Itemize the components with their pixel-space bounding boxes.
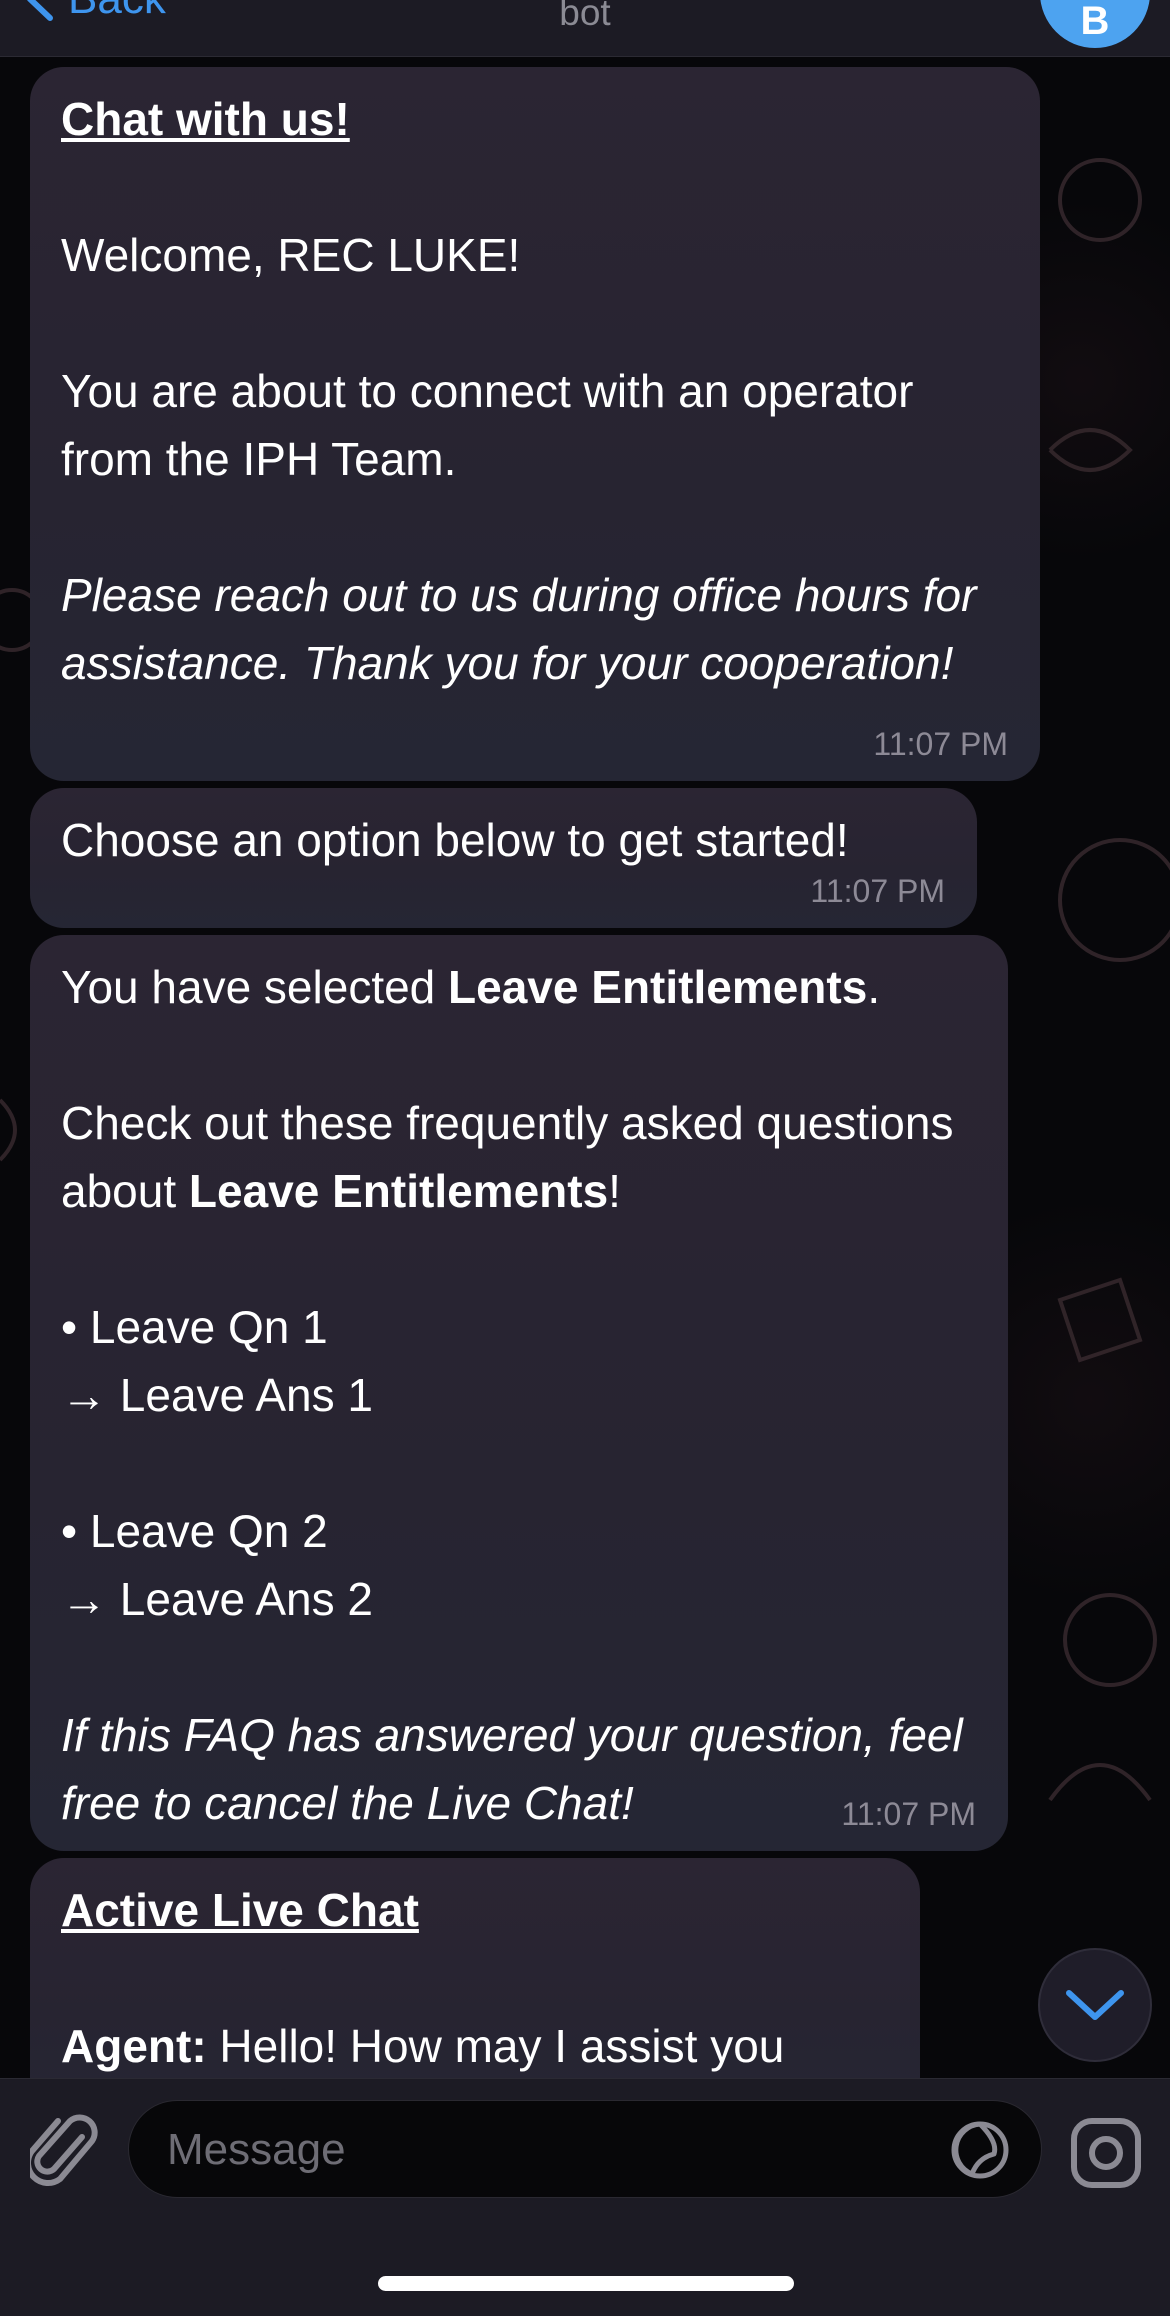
topic-name: Leave Entitlements (448, 961, 868, 1013)
message-input[interactable] (165, 2101, 949, 2199)
agent-label: Agent: (61, 2020, 207, 2072)
faq-question: • Leave Qn 1 (61, 1301, 328, 1353)
sticker-icon[interactable] (949, 2119, 1011, 2181)
message-time: 11:07 PM (873, 726, 1008, 762)
chevron-down-icon (1066, 1990, 1124, 2020)
faq-answer: → Leave Ans 1 (61, 1369, 373, 1421)
welcome-text: Welcome, REC LUKE! (61, 229, 521, 281)
faq-question: • Leave Qn 2 (61, 1505, 328, 1557)
message-time: 11:07 PM (841, 1796, 976, 1832)
message-title: Active Live Chat (61, 1884, 419, 1936)
agent-message: Agent: Hello! How may I assist you (61, 2020, 785, 2072)
selected-topic-text: You have selected Leave Entitlements. (61, 961, 881, 1013)
office-hours-note: Please reach out to us during office hou… (61, 569, 990, 689)
paperclip-icon[interactable] (30, 2107, 100, 2197)
faq-answer: → Leave Ans 2 (61, 1573, 373, 1625)
scroll-to-bottom-button[interactable] (1038, 1948, 1152, 2062)
message-bubble-welcome: Chat with us! Welcome, REC LUKE! You are… (30, 67, 1040, 781)
camera-icon[interactable] (1070, 2117, 1142, 2189)
connect-text: You are about to connect with an operato… (61, 365, 927, 485)
home-indicator (378, 2276, 794, 2291)
avatar[interactable]: B (1040, 0, 1150, 48)
message-bubble-choose: Choose an option below to get started! 1… (30, 788, 977, 928)
chat-subtitle: bot (559, 0, 611, 33)
chat-header: Back bot B (0, 0, 1170, 57)
topic-name: Leave Entitlements (188, 1165, 609, 1217)
message-bubble-faq: You have selected Leave Entitlements. Ch… (30, 935, 1008, 1851)
message-title: Chat with us! (61, 93, 350, 145)
message-input-wrapper (128, 2100, 1042, 2199)
message-time: 11:07 PM (810, 873, 945, 909)
choose-option-text: Choose an option below to get started! (61, 814, 849, 866)
faq-intro-text: Check out these frequently asked questio… (61, 1097, 967, 1217)
